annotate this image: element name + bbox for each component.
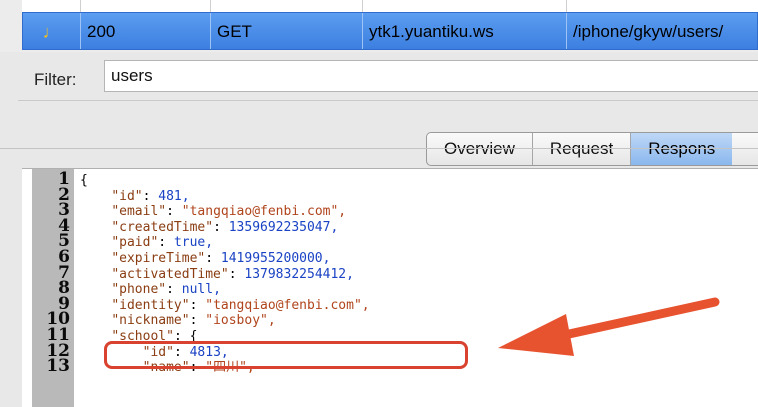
json-value: "tangqiao@fenbi.com", [205, 297, 370, 313]
path-cell: /iphone/gkyw/users/ [573, 22, 724, 41]
code-line: "paid": true, [80, 235, 213, 250]
json-separator: : [213, 219, 229, 235]
tab-overview[interactable]: Overview [427, 133, 533, 165]
host-cell: ytk1.yuantiku.ws [363, 13, 567, 49]
code-line: "nickname": "iosboy", [80, 313, 276, 329]
request-icon: ♩ [23, 13, 81, 49]
json-value: 481, [158, 188, 190, 204]
code-line: { [80, 173, 88, 188]
tab-request[interactable]: Request [533, 133, 632, 165]
status-cell: 200 [81, 13, 211, 49]
code-line: "expireTime": 1419955200000, [80, 251, 330, 266]
json-key: "id" [111, 188, 143, 204]
json-value: 1379832254412, [244, 266, 354, 282]
json-separator: : [158, 235, 174, 251]
line-number: 13 [46, 356, 70, 377]
method-cell: GET [211, 13, 363, 49]
json-separator: : [166, 204, 182, 220]
json-value: true, [173, 235, 214, 251]
code-line: "id": 481, [80, 188, 190, 204]
divider [18, 100, 758, 101]
code-line: "createdTime": 1359692235047, [80, 220, 338, 235]
json-value: 1359692235047, [228, 219, 339, 235]
json-separator: : [205, 251, 221, 266]
json-key: "expireTime" [111, 251, 206, 266]
code-line: "activatedTime": 1379832254412, [80, 267, 354, 282]
json-separator: { [80, 173, 88, 188]
json-key: "createdTime" [111, 219, 214, 235]
table-row-selected[interactable]: ♩ 200 GET ytk1.yuantiku.ws /iphone/gkyw/… [22, 12, 758, 50]
json-key: "nickname" [111, 313, 190, 329]
json-value: null, [181, 282, 221, 298]
json-value: "iosboy", [205, 313, 276, 329]
request-list: ♩ 200 GET ytk1.yuantiku.ws /iphone/gkyw/… [0, 0, 758, 52]
arrow-icon [498, 297, 720, 356]
json-key: "phone" [111, 282, 167, 298]
json-separator: : [189, 297, 206, 313]
tab-response[interactable]: Respons [631, 133, 733, 165]
line-number-gutter: 1 2 3 4 5 6 7 8 9 10 11 12 13 [32, 169, 74, 407]
json-separator: : [228, 266, 245, 282]
json-key: "identity" [111, 297, 190, 313]
json-key: "paid" [111, 235, 159, 251]
divider [0, 148, 758, 149]
json-value: "tangqiao@fenbi.com", [181, 204, 347, 220]
filter-input[interactable]: users [104, 60, 758, 92]
json-value: 1419955200000, [220, 251, 331, 266]
nickname-highlight [104, 341, 468, 369]
json-separator: : [166, 282, 182, 298]
code-line: "phone": null, [80, 282, 221, 297]
filter-label: Filter: [34, 70, 77, 89]
json-separator: : [189, 313, 206, 329]
json-key: "activatedTime" [111, 266, 229, 282]
json-separator: : [142, 188, 159, 204]
code-line: "email": "tangqiao@fenbi.com", [80, 204, 346, 219]
tab-area: Overview Request Respons [0, 106, 758, 168]
json-key: "email" [111, 204, 167, 220]
tab-bar: Overview Request Respons [426, 132, 758, 166]
code-line: "identity": "tangqiao@fenbi.com", [80, 297, 370, 313]
